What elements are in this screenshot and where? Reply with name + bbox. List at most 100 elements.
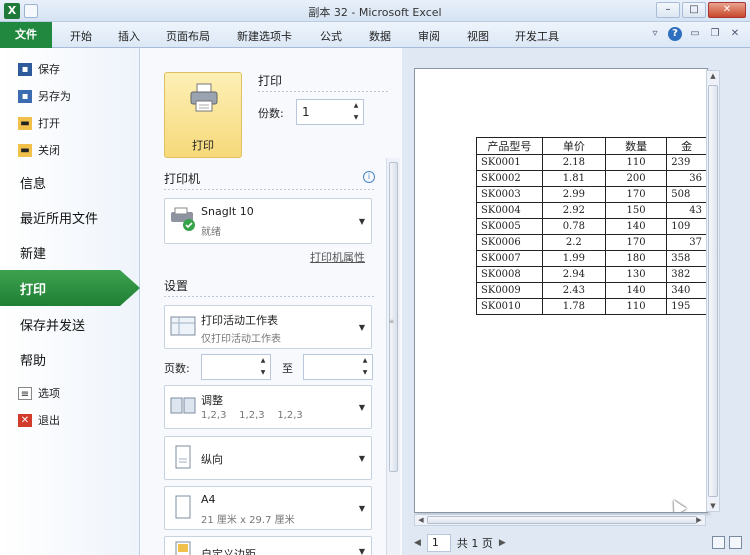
table-header-row: 产品型号 单价 数量 金 (476, 137, 707, 155)
cell: 340 (666, 282, 707, 299)
tab-review[interactable]: 审阅 (418, 28, 440, 44)
print-button-label: 打印 (192, 139, 214, 152)
paper-size-subtitle: 21 厘米 x 29.7 厘米 (201, 515, 295, 526)
orientation-dropdown[interactable]: 纵向 ▼ (164, 436, 372, 480)
zoom-to-page-icon[interactable] (729, 536, 742, 549)
cell: 43 (666, 202, 707, 219)
spin-up-icon[interactable]: ▲ (360, 357, 370, 364)
cell: 180 (604, 250, 668, 267)
header-price: 单价 (541, 137, 606, 155)
nav-options[interactable]: ≡ 选项 (18, 385, 60, 401)
nav-open[interactable]: ▬ 打开 (18, 115, 60, 131)
cell: 36 (666, 170, 707, 187)
maximize-button[interactable]: □ (682, 2, 706, 18)
total-pages-label: 共 1 页 (456, 537, 493, 550)
print-what-dropdown[interactable]: 打印活动工作表 仅打印活动工作表 ▼ (164, 305, 372, 349)
tab-file[interactable]: 文件 (0, 22, 52, 48)
tab-page-layout[interactable]: 页面布局 (166, 28, 210, 44)
title-bar: X 副本 32 - Microsoft Excel – □ ✕ (0, 0, 750, 22)
settings-section-title: 设置 (164, 279, 189, 293)
preview-page: 产品型号 单价 数量 金 SK0001 2.18 110 239 SK0002 1.81… (414, 68, 708, 513)
scroll-right-icon[interactable]: ▶ (693, 516, 705, 524)
printer-status: 就绪 (201, 227, 221, 238)
nav-options-label: 选项 (38, 387, 60, 400)
cell: 2.18 (541, 154, 606, 171)
printer-dropdown[interactable]: SnagIt 10 就绪 ▼ (164, 198, 372, 244)
print-button[interactable]: 打印 (164, 72, 242, 158)
printer-properties-link[interactable]: 打印机属性 (310, 249, 365, 265)
open-folder-icon: ▬ (18, 116, 32, 130)
cell: SK0004 (476, 202, 543, 219)
preview-horizontal-scrollbar[interactable]: ◀ ▶ (414, 514, 706, 526)
backstage-nav: ▪ 保存 ▪ 另存为 ▬ 打开 ▬ 关闭 信息 最近所用文件 新建 打印 保存并… (0, 48, 140, 555)
spin-up-icon[interactable]: ▲ (258, 357, 268, 364)
preview-vertical-scrollbar[interactable]: ▲ ▼ (706, 70, 720, 512)
tab-insert[interactable]: 插入 (118, 28, 140, 44)
window-minimize-icon[interactable]: ▭ (688, 27, 702, 41)
cell: SK0002 (476, 170, 543, 187)
nav-new[interactable]: 新建 (20, 243, 46, 262)
separator (258, 91, 390, 92)
spin-up-icon[interactable]: ▲ (351, 102, 361, 109)
pages-to-spinner[interactable]: ▲ ▼ (303, 354, 373, 380)
show-margins-icon[interactable] (712, 536, 725, 549)
previous-page-icon[interactable]: ◀ (414, 538, 421, 548)
help-icon[interactable]: ? (668, 27, 682, 41)
cell: 170 (604, 234, 668, 251)
current-page-input[interactable]: 1 (426, 534, 451, 552)
tab-new-tab[interactable]: 新建选项卡 (237, 28, 292, 44)
window-restore-icon[interactable]: ❐ (708, 27, 722, 41)
copies-value: 1 (302, 105, 310, 119)
settings-scrollbar[interactable]: ≡ (386, 158, 400, 555)
nav-print-selected[interactable]: 打印 (0, 270, 140, 306)
tab-formulas[interactable]: 公式 (320, 28, 342, 44)
tab-view[interactable]: 视图 (467, 28, 489, 44)
spin-down-icon[interactable]: ▼ (351, 114, 361, 121)
cell: 170 (604, 186, 668, 203)
copies-spinner[interactable]: 1 ▲ ▼ (296, 99, 364, 125)
spin-down-icon[interactable]: ▼ (258, 369, 268, 376)
scroll-left-icon[interactable]: ◀ (415, 516, 427, 524)
tab-data[interactable]: 数据 (369, 28, 391, 44)
scroll-down-icon[interactable]: ▼ (707, 502, 719, 510)
cell: 200 (604, 170, 668, 187)
cell: 2.99 (541, 186, 606, 203)
nav-exit[interactable]: ✕ 退出 (18, 412, 60, 428)
nav-save[interactable]: ▪ 保存 (18, 61, 60, 77)
collate-dropdown[interactable]: 调整 1,2,3 1,2,3 1,2,3 ▼ (164, 385, 372, 429)
margins-dropdown[interactable]: 自定义边距 ▼ (164, 536, 372, 555)
cell: SK0003 (476, 186, 543, 203)
scroll-up-icon[interactable]: ▲ (707, 72, 719, 80)
nav-save-send[interactable]: 保存并发送 (20, 315, 85, 334)
window-controls: – □ ✕ (656, 2, 746, 18)
info-icon[interactable]: i (363, 171, 375, 183)
nav-info[interactable]: 信息 (20, 173, 46, 192)
cell: SK0001 (476, 154, 543, 171)
margins-icon (175, 541, 191, 555)
close-button[interactable]: ✕ (708, 2, 746, 18)
nav-close[interactable]: ▬ 关闭 (18, 142, 60, 158)
nav-help[interactable]: 帮助 (20, 350, 46, 369)
table-row: SK0001 2.18 110 239 (476, 154, 707, 171)
nav-recent[interactable]: 最近所用文件 (20, 208, 98, 227)
nav-save-as[interactable]: ▪ 另存为 (18, 88, 71, 104)
spin-down-icon[interactable]: ▼ (360, 369, 370, 376)
printer-section-title: 打印机 (164, 172, 201, 186)
window-close-icon[interactable]: ✕ (728, 27, 742, 41)
header-model: 产品型号 (476, 137, 543, 155)
cell: SK0008 (476, 266, 543, 283)
pages-from-spinner[interactable]: ▲ ▼ (201, 354, 271, 380)
tab-home[interactable]: 开始 (70, 28, 92, 44)
mouse-cursor-icon (667, 496, 687, 512)
scrollbar-thumb[interactable] (427, 516, 697, 524)
minimize-ribbon-icon[interactable]: ▿ (648, 27, 662, 41)
scrollbar-thumb[interactable] (708, 85, 718, 497)
minimize-button[interactable]: – (656, 2, 680, 18)
tab-developer[interactable]: 开发工具 (515, 28, 559, 44)
printer-name: SnagIt 10 (201, 205, 254, 218)
preview-table: 产品型号 单价 数量 金 SK0001 2.18 110 239 SK0002 1.81… (476, 137, 707, 315)
next-page-icon[interactable]: ▶ (499, 538, 506, 548)
collate-icon (170, 397, 196, 414)
paper-size-dropdown[interactable]: A4 21 厘米 x 29.7 厘米 ▼ (164, 486, 372, 530)
scrollbar-thumb[interactable] (389, 162, 398, 472)
